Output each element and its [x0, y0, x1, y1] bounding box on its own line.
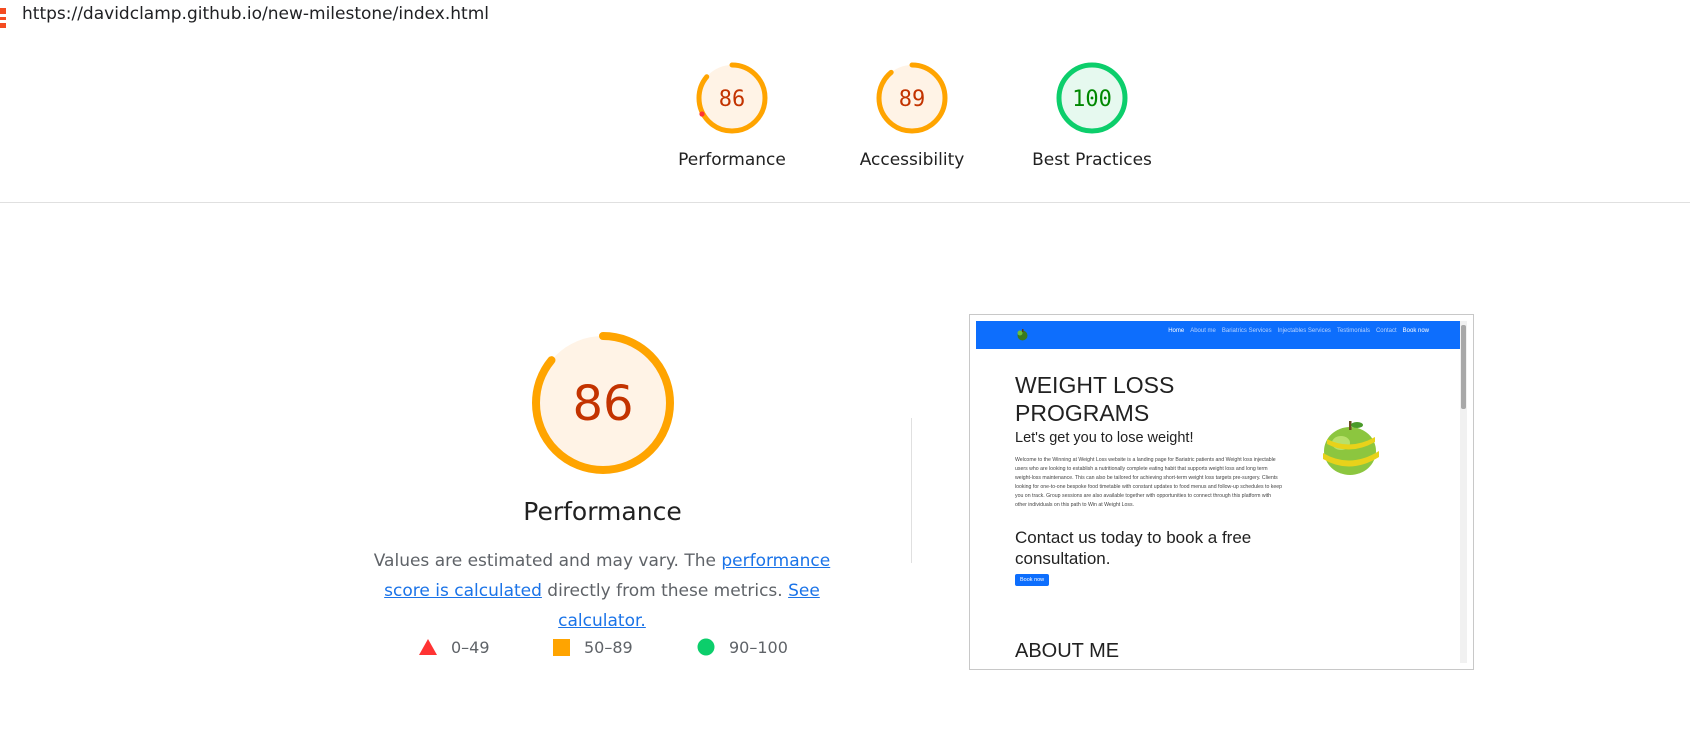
orange-square-icon [553, 638, 570, 656]
gauge-best-practices-label: Best Practices [1032, 150, 1152, 170]
scale-fail-range: 0–49 [451, 637, 490, 657]
gauge-performance-ring: 86 [696, 62, 768, 134]
desc-middle: directly from these metrics. [541, 581, 783, 601]
performance-score-large: 86 [572, 376, 633, 432]
metric-marker-dot [699, 111, 705, 117]
gauge-performance[interactable]: 86 Performance [642, 60, 822, 170]
scale-average-range: 50–89 [584, 637, 633, 657]
scale-pass-range: 90–100 [729, 637, 788, 657]
gauge-best-practices-ring: 100 [1056, 62, 1128, 134]
url-bar: https://davidclamp.github.io/new-milesto… [0, 0, 1690, 37]
desc-prefix: Values are estimated and may vary. The [373, 551, 722, 571]
performance-gauge-large: 86 [530, 330, 676, 476]
screenshot-book-button: Book now [1015, 574, 1050, 586]
gauge-performance-label: Performance [678, 150, 786, 170]
green-apple-tape-image [1323, 421, 1379, 475]
page-url[interactable]: https://davidclamp.github.io/new-milesto… [22, 4, 489, 24]
gauge-accessibility-ring: 89 [876, 62, 948, 134]
screenshot-heading: WEIGHT LOSS PROGRAMS [1015, 372, 1175, 426]
gauge-best-practices[interactable]: 100 Best Practices [1002, 60, 1182, 170]
nav-home: Home [1168, 328, 1185, 334]
scale-fail: 0–49 [419, 635, 490, 659]
nav-book-now: Book now [1402, 328, 1429, 334]
screenshot-nav-links: Home About me Bariatrics Services Inject… [1168, 328, 1429, 334]
scale-pass: 90–100 [697, 635, 788, 659]
nav-contact: Contact [1375, 328, 1397, 334]
gauge-performance-score: 86 [719, 87, 746, 112]
vertical-divider [911, 418, 912, 563]
gauge-accessibility[interactable]: 89 Accessibility [822, 60, 1002, 170]
page-screenshot[interactable]: Home About me Bariatrics Services Inject… [969, 314, 1474, 670]
green-circle-icon [697, 638, 715, 656]
screenshot-subheading: Let's get you to lose weight! [1015, 430, 1194, 446]
screenshot-navbar: Home About me Bariatrics Services Inject… [976, 321, 1463, 349]
gauge-accessibility-label: Accessibility [859, 150, 965, 170]
performance-description: Values are estimated and may vary. The p… [352, 546, 852, 636]
nav-testimonials: Testimonials [1336, 328, 1370, 334]
screenshot-intro-text: Welcome to the Winning at Weight Loss we… [1015, 457, 1283, 509]
brand-logo-icon [1017, 329, 1028, 341]
gauge-accessibility-score: 89 [899, 87, 926, 112]
lighthouse-logo-icon [0, 6, 6, 28]
nav-bariatrics: Bariatrics Services [1221, 328, 1272, 334]
screenshot-cta: Contact us today to book a free consulta… [1015, 528, 1252, 568]
nav-injectables: Injectables Services [1277, 328, 1331, 334]
screenshot-scrollbar [1460, 321, 1467, 663]
nav-about: About me [1190, 328, 1216, 334]
red-triangle-icon [419, 639, 437, 655]
scale-average: 50–89 [553, 635, 633, 659]
screenshot-about-heading: ABOUT ME [1015, 640, 1120, 662]
performance-title: Performance [523, 497, 682, 526]
gauge-best-practices-score: 100 [1072, 87, 1112, 112]
score-summary: 86 Performance 89 Accessibility 100 Best… [0, 36, 1690, 203]
